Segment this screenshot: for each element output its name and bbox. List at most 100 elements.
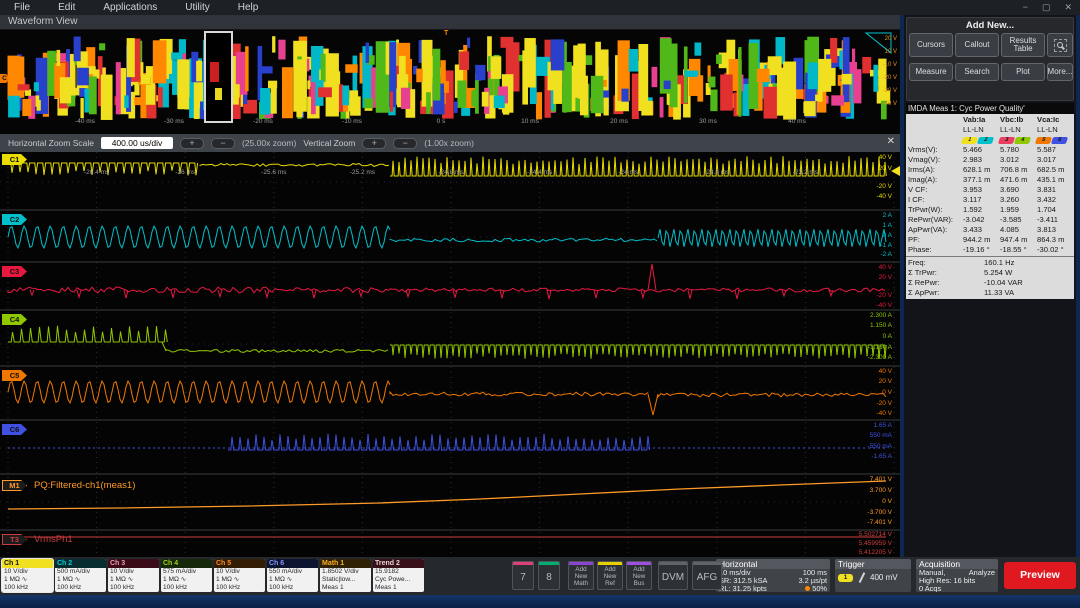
more-button[interactable]: More... [1047,63,1073,81]
add-new-search-button[interactable]: Search [955,63,999,81]
scale-label: 1 A [883,222,892,229]
meas-value: 435.1 m [1036,175,1073,185]
overview-art [638,44,648,111]
trigger-level-arrow-icon[interactable] [891,166,900,176]
preview-button[interactable]: Preview [1004,562,1076,589]
scale-label: 1.150 A [870,322,892,329]
main-waveform-area[interactable]: C140 V20 V-20 V-40 VC22 A1 A0 A-1 A-2 AC… [0,152,900,557]
overview-art [282,67,293,118]
meas-value: 4.085 [999,225,1036,235]
vertical-zoom-plus-button[interactable]: + [362,138,386,149]
channel-card-ch-3[interactable]: Ch 310 V/div1 MΩ ∿100 kHz [108,559,159,592]
meas-row: Irms(A):628.1 m706.8 m682.5 m [906,165,1074,175]
overview-art [271,83,277,114]
channel-card-ch-5[interactable]: Ch 510 V/div1 MΩ ∿100 kHz [214,559,265,592]
horizontal-zoom-plus-button[interactable]: + [180,138,204,149]
close-zoom-icon[interactable]: ✕ [887,136,895,147]
overview-waveform[interactable]: T C -40 ms-30 ms-20 ms-10 ms0 s10 ms20 m… [0,30,900,134]
menu-item-applications[interactable]: Applications [103,2,157,13]
channel-card-math-1[interactable]: Math 11.8502 V/divStatic|low...Meas 1 [320,559,371,592]
meas-column-subs: LL-LNLL-LNLL-LN [906,125,1074,135]
channel-4-badge: 4 [1014,137,1031,144]
channel-card-line: 100 kHz [267,584,318,592]
add-new-ref-button[interactable]: Add New Ref [597,561,623,590]
overview-art [210,62,219,82]
horizontal-panel[interactable]: Horizontal 10 ms/div100 msSR: 312.5 kSA3… [716,559,830,592]
overview-scale-label: 10 V [885,49,897,55]
scale-label: -7.401 V [867,519,892,526]
acquisition-panel[interactable]: Acquisition Manual, Analyze High Res: 16… [916,559,998,592]
overview-art [8,96,20,118]
7-button[interactable]: 7 [512,561,534,590]
waveform-view-column: Waveform View T C -40 ms-30 ms-20 ms-10 … [0,15,900,557]
overview-art [757,69,770,82]
channel-card-ch-2[interactable]: Ch 2500 mA/div1 MΩ ∿100 kHz [55,559,106,592]
measurement-results-panel[interactable]: IMDA Meas 1: Cyc Power Quality' Vab:IaVb… [906,103,1074,299]
waveform-trace [658,393,886,397]
afg-button[interactable]: AFG [692,561,722,590]
minimize-icon[interactable]: − [1023,0,1028,15]
maximize-icon[interactable]: ▢ [1042,0,1051,15]
trace-label-m1: PQ:Filtered-ch1(meas1) [34,480,135,491]
waveform-view-tab[interactable]: Waveform View [0,15,900,30]
horizontal-zoom-scale-value[interactable]: 400.00 us/div [101,137,173,149]
zoom-select-button[interactable] [1047,33,1073,57]
channel-card-line: Meas 1 [320,584,371,592]
overview-art [777,68,789,116]
main-time-label: -25.6 ms [261,169,286,176]
vertical-zoom-minus-button[interactable]: − [393,138,417,149]
close-icon[interactable]: ✕ [1064,0,1072,15]
channel-5-badge: 5 [1035,137,1052,144]
overview-time-label: -20 ms [253,118,273,125]
waveform-trace [218,290,222,297]
scale-label: -1.150 A [868,344,892,351]
channel-card-name: Ch 4 [161,559,212,568]
overview-art [720,74,732,110]
waveform-trace [77,290,81,297]
vertical-zoom-label: Vertical Zoom [303,138,355,148]
button-label: 7 [513,565,533,589]
overview-art [19,56,24,97]
meas-summary-label: Freq: [906,258,962,268]
channel-card-line: 1 MΩ ∿ [55,576,106,584]
add-new-cursors-button[interactable]: Cursors [909,33,953,57]
channel-card-ch-4[interactable]: Ch 4575 mA/div1 MΩ ∿100 kHz [161,559,212,592]
overview-art [716,54,722,63]
add-new-math-button[interactable]: Add New Math [568,561,594,590]
meas-value: 3.690 [999,185,1036,195]
8-button[interactable]: 8 [538,561,560,590]
overview-art [491,56,502,79]
horizontal-zoom-minus-button[interactable]: − [211,138,235,149]
meas-row: Phase:-19.16 °-18.55 °-30.02 ° [906,245,1074,255]
vertical-zoom-factor: (1.00x zoom) [424,138,474,148]
menu-item-utility[interactable]: Utility [185,2,209,13]
meas-value: 3.260 [999,195,1036,205]
menu-item-help[interactable]: Help [238,2,259,13]
meas-row-label: ApPwr(VA): [906,225,962,235]
button-label: Add New Math [569,565,593,587]
add-new-plot-button[interactable]: Plot [1001,63,1045,81]
channel-card-ch-6[interactable]: Ch 6550 mA/div1 MΩ ∿100 kHz [267,559,318,592]
channel-card-line: 100 kHz [55,584,106,592]
channel-card-line: 10 V/div [214,568,265,576]
trigger-position-icon[interactable]: T [444,30,448,37]
meas-table-body: Vab:IaVbc:IbVca:IcLL-LNLL-LNLL-LN123456V… [906,114,1074,299]
channel-card-line: 1 MΩ ∿ [214,576,265,584]
channel-card-ch-1[interactable]: Ch 110 V/div1 MΩ ∿100 kHz [2,559,53,592]
meas-summary-value: 11.33 VA [962,288,1014,298]
trigger-panel[interactable]: Trigger 1 400 mV [835,559,911,592]
menu-item-edit[interactable]: Edit [58,2,75,13]
main-time-label: -23.6 ms [704,169,729,176]
add-new-callout-button[interactable]: Callout [955,33,999,57]
channel-card-name: Ch 6 [267,559,318,568]
dvm-button[interactable]: DVM [658,561,688,590]
channel-card-trend-2[interactable]: Trend 215.9182Cyc Powe...Meas 1 [373,559,424,592]
menu-item-file[interactable]: File [14,2,30,13]
overview-art [134,97,141,105]
add-new-measure-button[interactable]: Measure [909,63,953,81]
measurement-title[interactable]: IMDA Meas 1: Cyc Power Quality' [906,103,1074,114]
meas-column-name: Vbc:Ib [999,115,1036,125]
add-new-title: Add New... [907,20,1073,31]
add-new-bus-button[interactable]: Add New Bus [626,561,652,590]
add-new-results-table-button[interactable]: Results Table [1001,33,1045,57]
